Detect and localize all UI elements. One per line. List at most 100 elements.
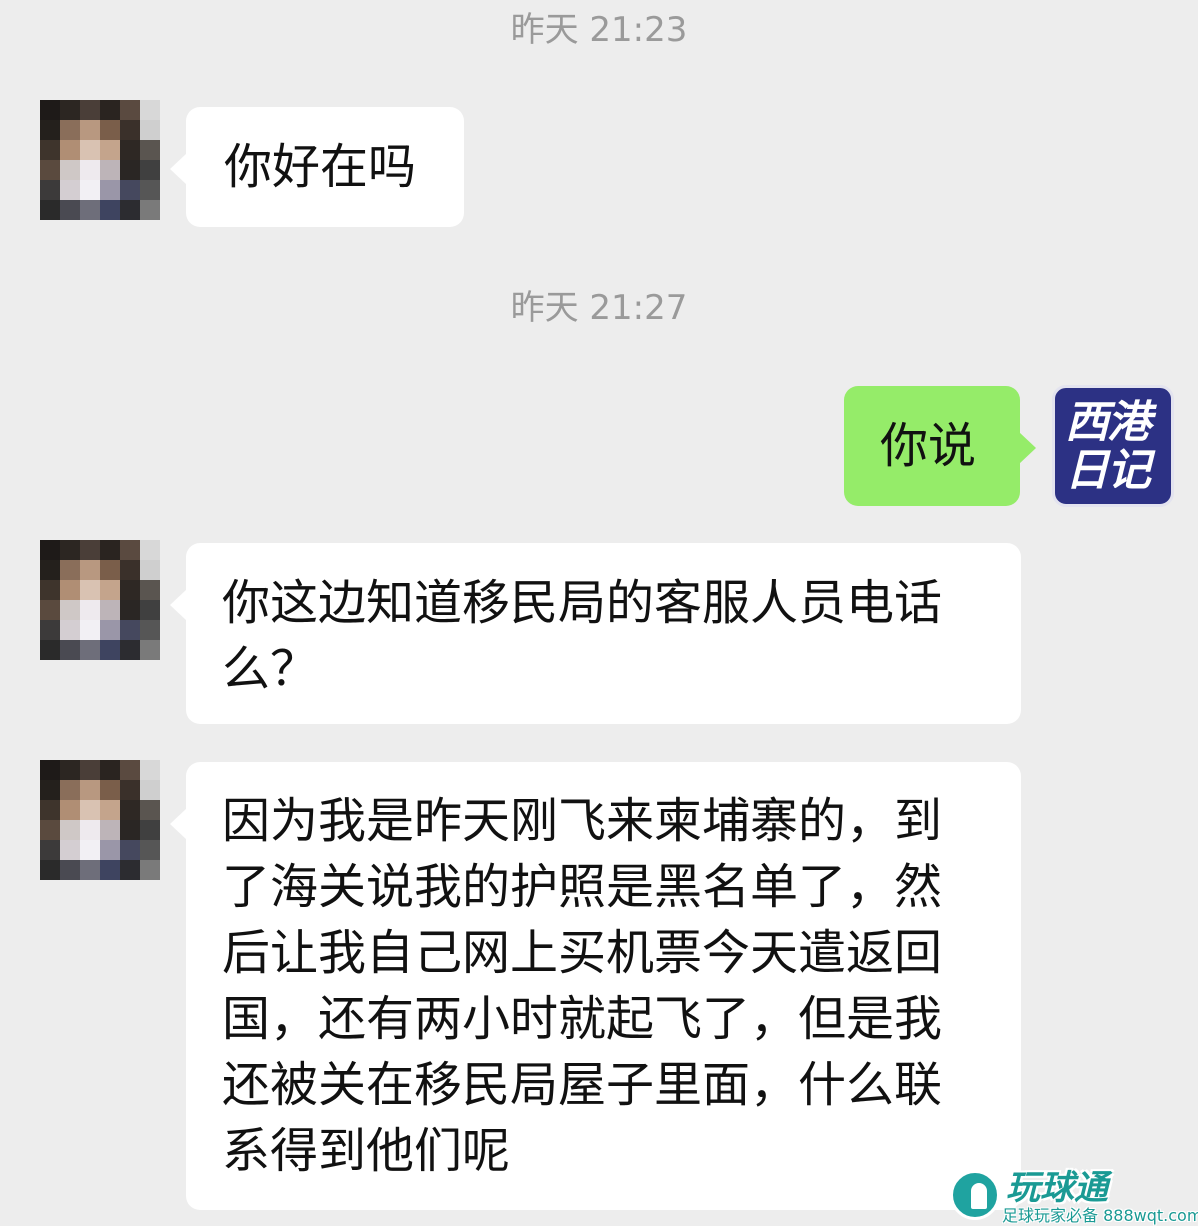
avatar-pixel [120, 640, 140, 660]
avatar-pixel [60, 600, 80, 620]
avatar-pixel [120, 540, 140, 560]
avatar-pixel [40, 560, 60, 580]
message-bubble-outgoing[interactable]: 你说 [844, 386, 1036, 506]
avatar-pixel [100, 540, 120, 560]
avatar-pixel [100, 780, 120, 800]
watermark-subtitle: 足球玩家必备 888wqt.com [1002, 1206, 1198, 1225]
avatar-pixel [80, 200, 100, 220]
avatar-pixel [140, 840, 160, 860]
avatar-pixel [140, 580, 160, 600]
contact-avatar[interactable] [40, 100, 160, 220]
avatar-pixel [60, 840, 80, 860]
avatar-pixel [120, 800, 140, 820]
avatar-pixel [120, 100, 140, 120]
self-avatar[interactable]: 西港 日记 [1052, 385, 1174, 507]
avatar-pixel [60, 620, 80, 640]
avatar-pixel [140, 100, 160, 120]
avatar-pixel [80, 820, 100, 840]
avatar-pixel [120, 860, 140, 880]
avatar-pixel [140, 600, 160, 620]
avatar-pixel [40, 760, 60, 780]
avatar-pixel [40, 640, 60, 660]
avatar-pixel [80, 180, 100, 200]
avatar-pixel [80, 860, 100, 880]
contact-avatar[interactable] [40, 760, 160, 880]
message-bubble-incoming[interactable]: 你好在吗 [170, 107, 464, 227]
avatar-pixel [60, 860, 80, 880]
avatar-pixel [60, 120, 80, 140]
avatar-pixel [120, 820, 140, 840]
avatar-pixel [100, 800, 120, 820]
avatar-pixel [100, 200, 120, 220]
message-text: 你这边知道移民局的客服人员电话么？ [222, 575, 943, 697]
avatar-pixel [40, 580, 60, 600]
avatar-pixel [80, 100, 100, 120]
avatar-pixel [80, 580, 100, 600]
avatar-pixel [60, 180, 80, 200]
contact-avatar[interactable] [40, 540, 160, 660]
avatar-pixel [120, 620, 140, 640]
avatar-pixel [100, 580, 120, 600]
avatar-pixel [100, 140, 120, 160]
watermark: 玩球通 足球玩家必备 888wqt.com [950, 1168, 1198, 1225]
avatar-pixel [40, 840, 60, 860]
avatar-pixel [80, 620, 100, 640]
avatar-pixel [40, 620, 60, 640]
avatar-pixel [120, 840, 140, 860]
avatar-pixel [80, 140, 100, 160]
avatar-pixel [60, 100, 80, 120]
avatar-pixel [40, 600, 60, 620]
timestamp: 昨天 21:23 [510, 10, 688, 50]
avatar-pixel [100, 560, 120, 580]
avatar-pixel [40, 140, 60, 160]
avatar-pixel [120, 780, 140, 800]
avatar-pixel [120, 600, 140, 620]
avatar-pixel [140, 160, 160, 180]
avatar-pixel [60, 140, 80, 160]
avatar-pixel [80, 560, 100, 580]
avatar-pixel [40, 860, 60, 880]
avatar-pixel [120, 760, 140, 780]
avatar-pixel [60, 780, 80, 800]
avatar-pixel [60, 160, 80, 180]
avatar-pixel [140, 180, 160, 200]
avatar-pixel [60, 200, 80, 220]
message-bubble-incoming[interactable]: 你这边知道移民局的客服人员电话么？ [170, 543, 1021, 724]
avatar-pixel [140, 820, 160, 840]
avatar-pixel [140, 860, 160, 880]
avatar-pixel [40, 800, 60, 820]
avatar-pixel [60, 580, 80, 600]
avatar-pixel [120, 580, 140, 600]
avatar-pixel [60, 540, 80, 560]
watermark-title: 玩球通 [1006, 1168, 1108, 1208]
avatar-pixel [40, 820, 60, 840]
avatar-pixel [60, 820, 80, 840]
self-avatar-line2: 日记 [1065, 445, 1151, 496]
avatar-pixel [80, 640, 100, 660]
message-bubble-incoming[interactable]: 因为我是昨天刚飞来柬埔寨的，到了海关说我的护照是黑名单了，然后让我自己网上买机票… [170, 762, 1021, 1210]
avatar-pixel [100, 100, 120, 120]
avatar-pixel [120, 180, 140, 200]
avatar-pixel [140, 140, 160, 160]
avatar-pixel [100, 760, 120, 780]
avatar-pixel [80, 840, 100, 860]
avatar-pixel [40, 780, 60, 800]
avatar-pixel [140, 120, 160, 140]
self-avatar-line1: 西港 [1065, 397, 1151, 448]
message-text: 因为我是昨天刚飞来柬埔寨的，到了海关说我的护照是黑名单了，然后让我自己网上买机票… [222, 793, 943, 1179]
avatar-pixel [80, 600, 100, 620]
avatar-pixel [140, 560, 160, 580]
message-text: 你说 [880, 418, 977, 474]
avatar-pixel [60, 760, 80, 780]
avatar-pixel [80, 780, 100, 800]
avatar-pixel [80, 760, 100, 780]
message-text: 你好在吗 [224, 139, 417, 195]
avatar-pixel [100, 860, 120, 880]
avatar-pixel [80, 800, 100, 820]
avatar-pixel [100, 160, 120, 180]
avatar-pixel [40, 540, 60, 560]
avatar-pixel [120, 140, 140, 160]
avatar-pixel [140, 760, 160, 780]
avatar-pixel [100, 120, 120, 140]
soccer-player-icon [950, 1170, 1000, 1220]
